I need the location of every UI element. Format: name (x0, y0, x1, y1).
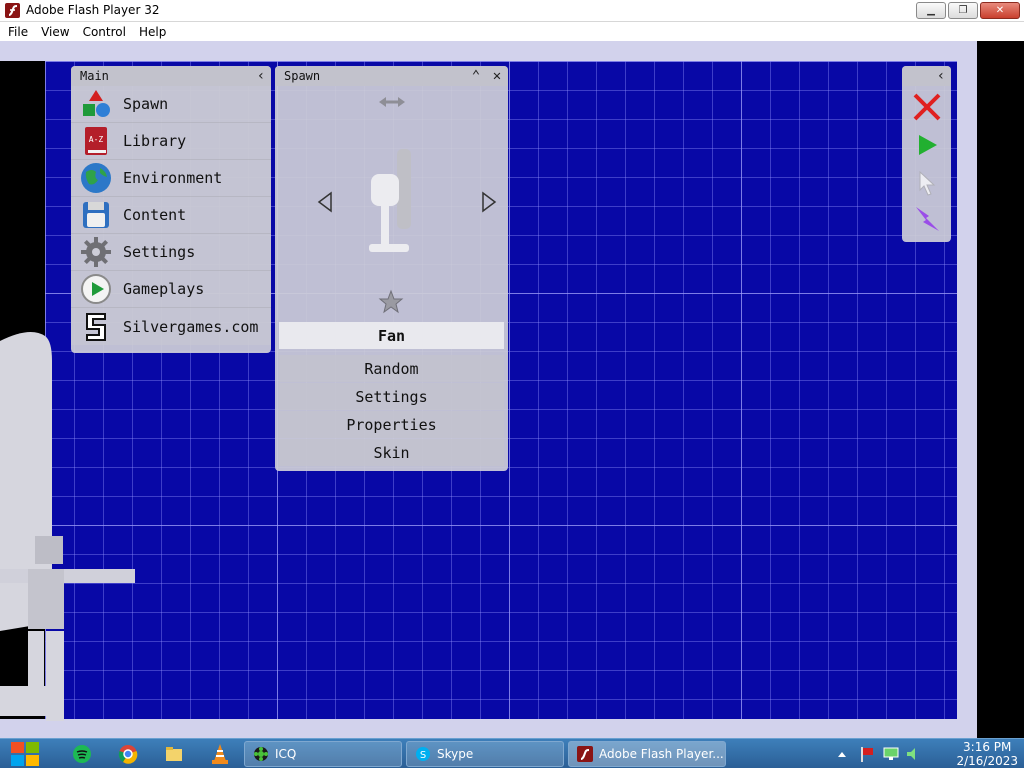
action-center-flag-icon[interactable] (858, 745, 876, 763)
vlc-icon[interactable] (210, 743, 230, 765)
window-title: Adobe Flash Player 32 (26, 3, 160, 17)
collapse-chevron-icon[interactable]: ‹ (253, 68, 269, 84)
network-icon[interactable] (882, 745, 900, 763)
taskbar: ICQ S Skype Adobe Flash Player... 3:16 P… (0, 738, 1024, 768)
main-item-silvergames[interactable]: Silvergames.com (71, 308, 271, 345)
previous-arrow-icon[interactable] (317, 191, 332, 213)
tool-icons (913, 93, 941, 231)
start-button-icon[interactable] (8, 741, 42, 767)
main-item-gameplays[interactable]: Gameplays (71, 271, 271, 308)
spawn-option-settings[interactable]: Settings (279, 383, 504, 410)
taskbar-window-label: Adobe Flash Player... (599, 747, 724, 761)
tool-panel-header[interactable]: ‹ (902, 66, 951, 86)
main-item-label: Environment (123, 169, 223, 187)
next-arrow-icon[interactable] (482, 191, 497, 213)
folder-icon[interactable] (164, 744, 184, 764)
spawn-preview-graphic (317, 97, 497, 314)
main-item-label: Library (123, 132, 187, 150)
window-titlebar[interactable]: Adobe Flash Player 32 ▁ ❐ ✕ (0, 0, 1024, 22)
volume-icon[interactable] (904, 745, 922, 763)
menubar: File View Control Help (0, 22, 1024, 41)
play-icon[interactable] (919, 135, 937, 155)
menu-help[interactable]: Help (139, 25, 166, 39)
minimize-button[interactable]: ▁ (916, 2, 946, 19)
minimize-icon: ▁ (927, 5, 935, 16)
taskbar-window-label: ICQ (275, 747, 297, 761)
fan-preview (369, 149, 411, 252)
icq-icon (254, 747, 268, 761)
main-item-label: Gameplays (123, 280, 205, 298)
collapse-chevron-icon[interactable]: ‹ (933, 68, 949, 84)
flash-stage[interactable]: Main ‹ Spawn A-Z Library Environment Con… (0, 41, 1024, 738)
main-item-label: Settings (123, 243, 196, 261)
taskbar-window-icq[interactable]: ICQ (244, 741, 402, 767)
menu-control[interactable]: Control (83, 25, 126, 39)
clock-date: 2/16/2023 (956, 754, 1018, 768)
spawn-option-properties[interactable]: Properties (279, 411, 504, 438)
spotify-icon[interactable] (72, 744, 92, 764)
close-button[interactable]: ✕ (980, 2, 1020, 19)
clock-time: 3:16 PM (963, 740, 1012, 754)
main-item-label: Content (123, 206, 187, 224)
skype-icon: S (416, 747, 430, 761)
restore-icon: ❐ (958, 5, 968, 16)
screen: Adobe Flash Player 32 ▁ ❐ ✕ File View Co… (0, 0, 1024, 768)
close-icon: ✕ (995, 5, 1005, 16)
globe-icon (79, 161, 113, 195)
silvergames-logo-icon (79, 310, 113, 344)
spawn-option-random[interactable]: Random (279, 355, 504, 382)
delete-icon[interactable] (913, 93, 941, 121)
play-icon (79, 272, 113, 306)
main-item-content[interactable]: Content (71, 197, 271, 234)
spawn-panel: Spawn ⌃ ✕ Fan Random Settings Properties… (275, 66, 508, 471)
main-item-environment[interactable]: Environment (71, 160, 271, 197)
spawn-options: Fan Random Settings Properties Skin (275, 322, 508, 466)
tray-expand-icon[interactable] (836, 748, 848, 760)
main-panel-title: Main (80, 69, 109, 83)
main-panel: Main ‹ Spawn A-Z Library Environment Con… (71, 66, 271, 353)
main-item-label: Silvergames.com (123, 317, 259, 336)
spawn-preview (275, 86, 508, 321)
chrome-icon[interactable] (118, 744, 138, 764)
menu-file[interactable]: File (8, 25, 28, 39)
spawn-panel-title: Spawn (284, 69, 321, 83)
flash-player-icon (577, 746, 593, 762)
svg-text:A-Z: A-Z (89, 135, 104, 144)
tool-panel: ‹ (902, 66, 951, 242)
gear-icon (79, 235, 113, 269)
flash-player-icon (5, 3, 20, 18)
cursor-icon[interactable] (919, 170, 936, 196)
spawn-panel-header[interactable]: Spawn ⌃ ✕ (275, 66, 508, 86)
svg-text:S: S (420, 750, 426, 761)
main-item-library[interactable]: A-Z Library (71, 123, 271, 160)
restore-button[interactable]: ❐ (948, 2, 978, 19)
lightning-icon[interactable] (916, 207, 939, 231)
spawn-selected-item[interactable]: Fan (279, 322, 504, 349)
menu-view[interactable]: View (41, 25, 69, 39)
taskbar-clock[interactable]: 3:16 PM 2/16/2023 (956, 740, 1018, 768)
favorite-star-icon[interactable] (378, 289, 404, 314)
flip-arrows-icon[interactable] (379, 97, 405, 107)
main-item-spawn[interactable]: Spawn (71, 86, 271, 123)
floppy-disk-icon (79, 198, 113, 232)
main-item-settings[interactable]: Settings (71, 234, 271, 271)
taskbar-window-skype[interactable]: S Skype (406, 741, 564, 767)
main-panel-header[interactable]: Main ‹ (71, 66, 271, 86)
ragdoll-figure[interactable] (0, 331, 140, 731)
spawn-option-skin[interactable]: Skin (279, 439, 504, 466)
book-icon: A-Z (79, 124, 113, 158)
taskbar-window-flash[interactable]: Adobe Flash Player... (568, 741, 726, 767)
taskbar-window-label: Skype (437, 747, 474, 761)
main-item-label: Spawn (123, 95, 169, 113)
collapse-up-icon[interactable]: ⌃ (468, 68, 484, 84)
close-panel-icon[interactable]: ✕ (489, 68, 505, 84)
spawn-shapes-icon (79, 87, 113, 121)
